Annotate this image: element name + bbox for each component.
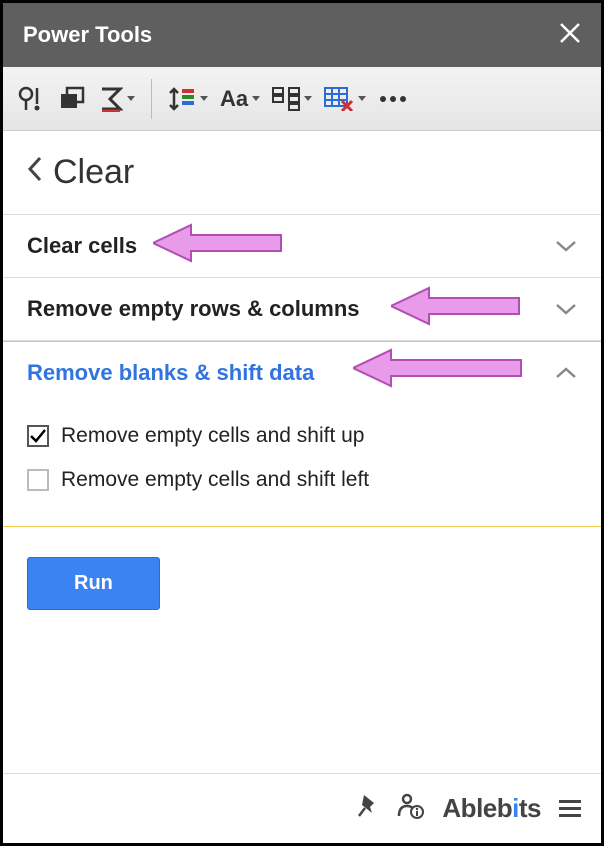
section-remove-blanks[interactable]: Remove blanks & shift data	[3, 341, 601, 404]
footer: Ablebits	[3, 773, 601, 843]
section-body-remove-blanks: Remove empty cells and shift up Remove e…	[3, 404, 601, 527]
chevron-down-icon	[252, 96, 260, 101]
close-icon[interactable]	[559, 21, 581, 49]
checkbox-checked-icon[interactable]	[27, 425, 49, 447]
chevron-up-icon	[555, 366, 577, 380]
section-title: Remove blanks & shift data	[27, 360, 314, 386]
annotation-arrow	[391, 284, 521, 328]
section-title: Clear cells	[27, 233, 137, 259]
menu-icon[interactable]	[559, 800, 581, 817]
sort-by-color-icon[interactable]	[164, 78, 212, 120]
annotation-arrow	[153, 221, 283, 265]
annotation-arrow	[353, 346, 523, 390]
toolbar-separator	[151, 79, 152, 119]
chevron-down-icon	[127, 96, 135, 101]
run-area: Run	[3, 527, 601, 773]
chevron-down-icon	[555, 239, 577, 253]
option-shift-up[interactable]: Remove empty cells and shift up	[27, 414, 577, 458]
section-clear-cells[interactable]: Clear cells	[3, 215, 601, 278]
clear-cells-icon[interactable]	[320, 78, 370, 120]
titlebar: Power Tools	[3, 3, 601, 67]
app-title: Power Tools	[23, 22, 152, 48]
info-person-icon[interactable]	[396, 792, 424, 825]
checkbox-unchecked-icon[interactable]	[27, 469, 49, 491]
option-label: Remove empty cells and shift left	[61, 468, 369, 492]
section-remove-empty[interactable]: Remove empty rows & columns	[3, 278, 601, 341]
breadcrumb: Clear	[3, 131, 601, 215]
toolbar: Aa	[3, 67, 601, 131]
sigma-icon[interactable]	[95, 78, 139, 120]
split-tools-icon[interactable]	[268, 78, 316, 120]
back-icon[interactable]	[27, 155, 43, 190]
pin-icon[interactable]	[356, 793, 378, 824]
option-shift-left[interactable]: Remove empty cells and shift left	[27, 458, 577, 502]
more-tools-icon[interactable]	[374, 78, 412, 120]
smart-toolkit-icon[interactable]	[11, 78, 49, 120]
chevron-down-icon	[358, 96, 366, 101]
dedupe-compare-icon[interactable]	[53, 78, 91, 120]
section-title: Remove empty rows & columns	[27, 296, 360, 322]
run-button[interactable]: Run	[27, 557, 160, 610]
option-label: Remove empty cells and shift up	[61, 424, 364, 448]
page-title: Clear	[53, 153, 134, 192]
chevron-down-icon	[200, 96, 208, 101]
chevron-down-icon	[555, 302, 577, 316]
brand-logo: Ablebits	[442, 793, 541, 824]
text-tools-icon[interactable]: Aa	[216, 78, 264, 120]
chevron-down-icon	[304, 96, 312, 101]
